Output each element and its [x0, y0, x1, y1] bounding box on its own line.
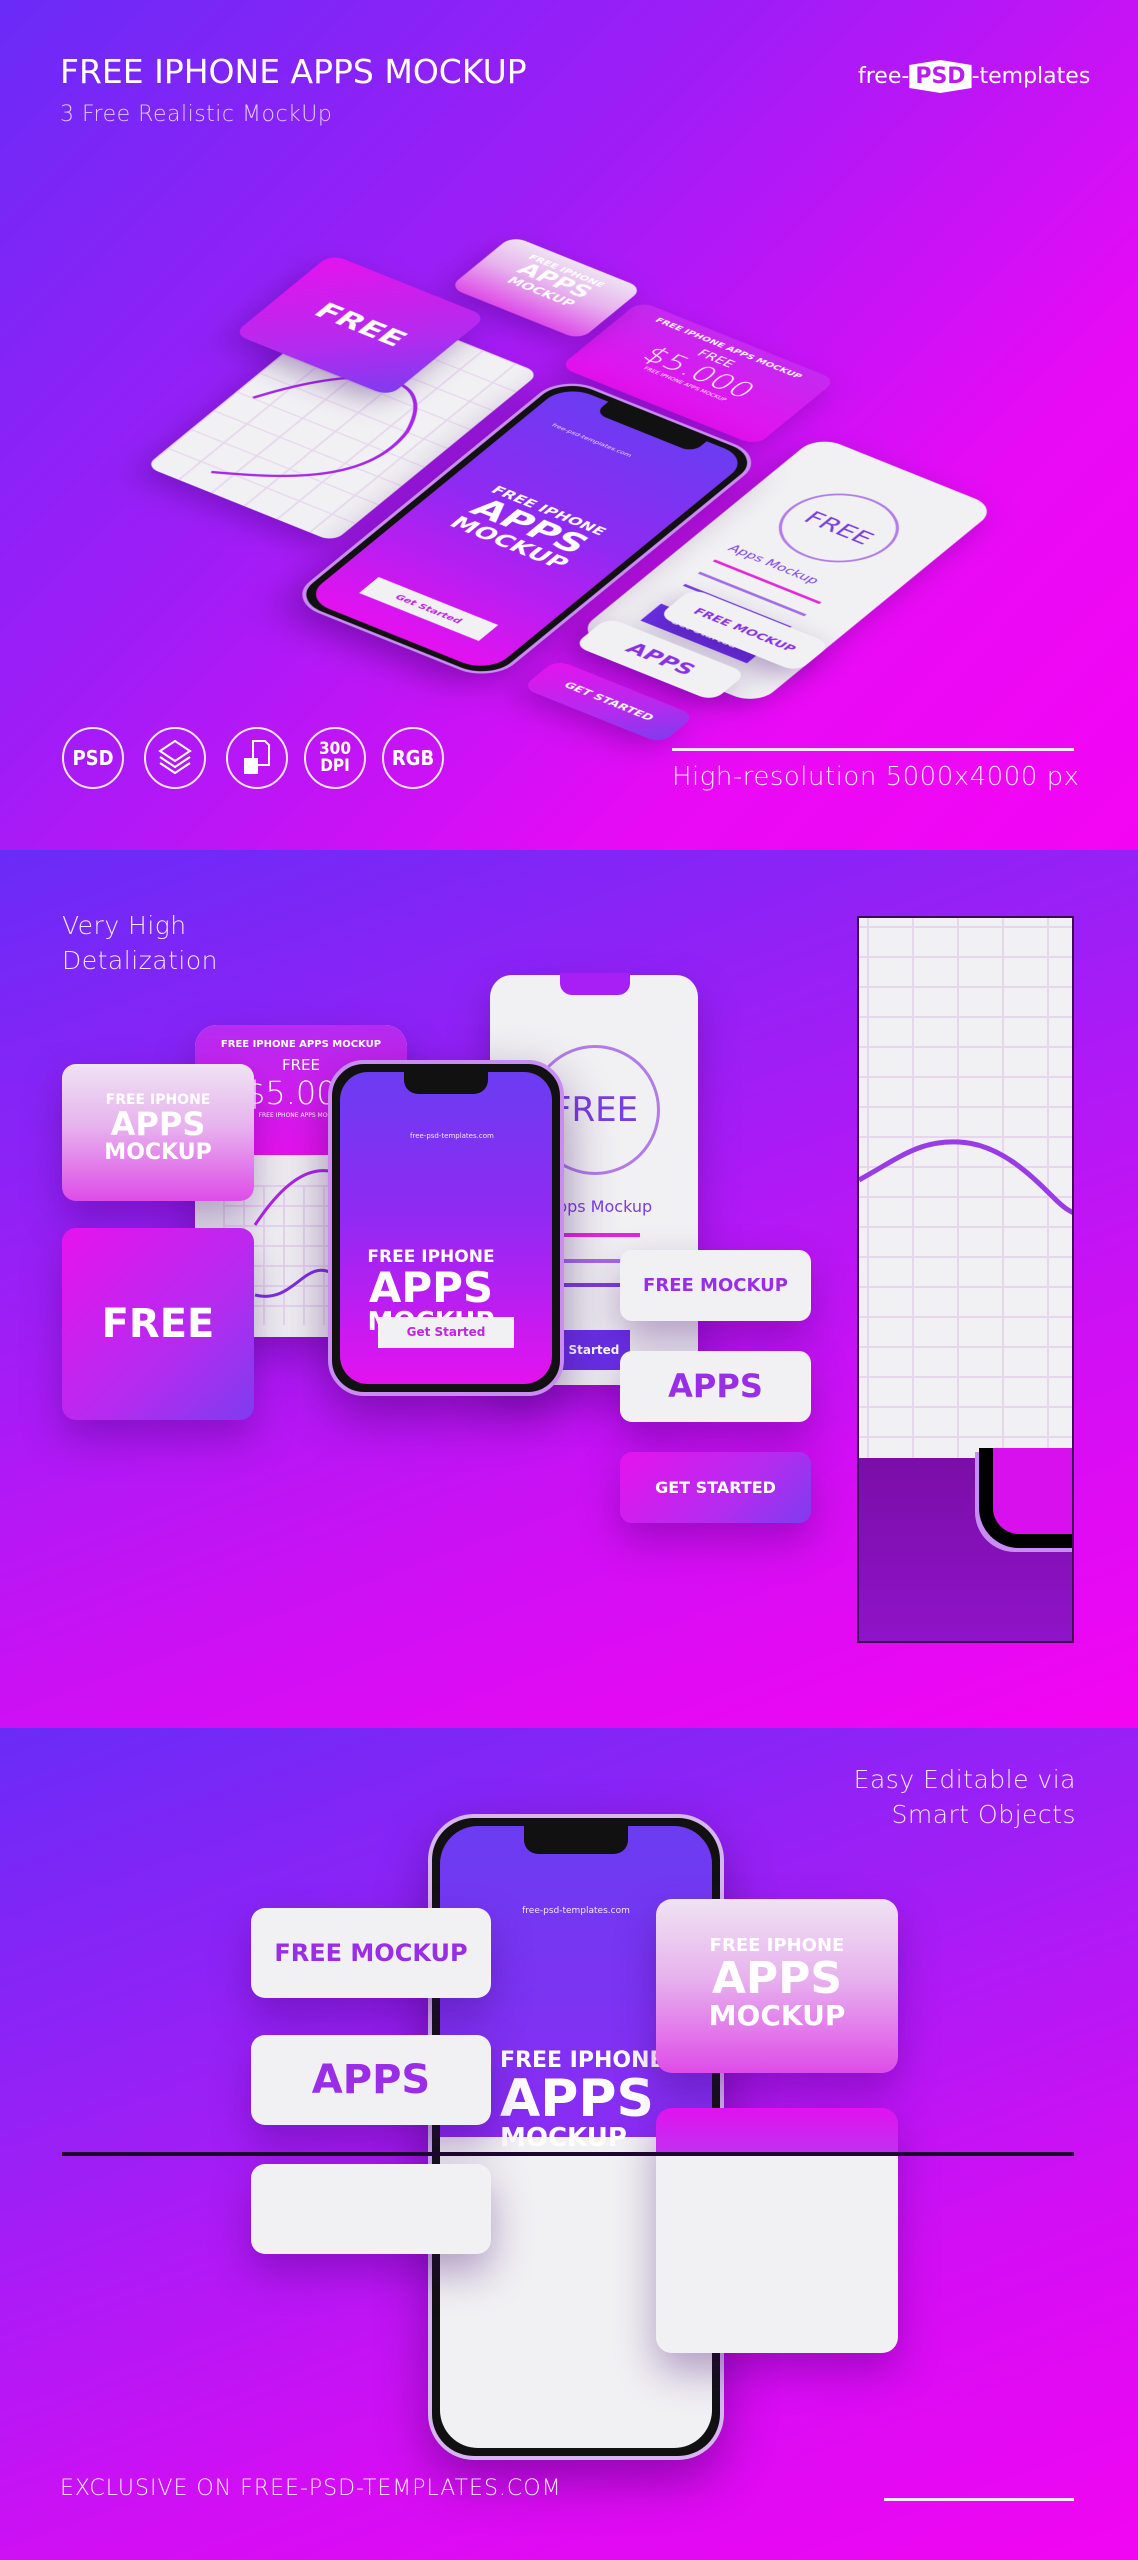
editable-caption: Easy Editable via Smart Objects [854, 1762, 1076, 1832]
brand-logo[interactable]: free- PSD -templates [858, 60, 1090, 93]
get-started-button[interactable]: Get Started [359, 576, 499, 641]
detail-section: Very High Detalization FREE Apps Mockup … [0, 850, 1138, 1728]
dpi-icon: 300 DPI [304, 727, 366, 789]
line-pink [712, 559, 822, 605]
free-mockup-card: FREE MOCKUP [620, 1250, 811, 1321]
editable-section: Easy Editable via Smart Objects free-psd… [0, 1728, 1138, 2560]
screen-title-line1: FREE IPHONE [487, 483, 610, 539]
split-line [62, 2152, 1074, 2156]
footer-text[interactable]: EXCLUSIVE ON FREE-PSD-TEMPLATES.COM [60, 2476, 562, 2501]
hero-section: FREE IPHONE APPS MOCKUP 3 Free Realistic… [0, 0, 1138, 850]
price-card-heading: FREE IPHONE APPS MOCKUP [220, 1039, 382, 1050]
smart-object-icon [226, 727, 288, 789]
apps-card: APPS [620, 1351, 811, 1422]
screen-title-line2: APPS [368, 1263, 494, 1312]
card-line3: MOCKUP [708, 1999, 846, 2033]
line-lavender [697, 571, 807, 617]
screen-title-line3: MOCKUP [443, 512, 575, 574]
apps-mockup-card: FREE IPHONE APPS MOCKUP [62, 1064, 254, 1201]
free-circle: FREE [755, 480, 923, 576]
page-title: FREE IPHONE APPS MOCKUP [60, 52, 527, 91]
editable-caption-line1: Easy Editable via [853, 1765, 1076, 1794]
detail-zoom-panel [857, 916, 1074, 1643]
detail-caption: Very High Detalization [62, 908, 218, 978]
logo-badge: PSD [909, 60, 972, 93]
detail-caption-line2: Detalization [62, 946, 218, 975]
card-line3: MOCKUP [104, 1139, 212, 1165]
free-card: FREE [62, 1228, 254, 1420]
screen-url: free-psd-templates.com [549, 422, 634, 459]
editable-caption-line2: Smart Objects [891, 1800, 1076, 1829]
blank-tall-card [656, 2108, 898, 2353]
logo-text-left: free- [858, 64, 910, 89]
detail-caption-line1: Very High [62, 911, 187, 940]
divider-line [672, 748, 1074, 751]
card-line2: APPS [711, 1953, 843, 2004]
zoom-phone-area [859, 1448, 1072, 1641]
apps-card: APPS [251, 2035, 491, 2125]
screen-url: free-psd-templates.com [410, 1132, 494, 1140]
line-pink [560, 1233, 640, 1237]
card-line1: FREE IPHONE [525, 252, 608, 289]
rgb-icon: RGB [382, 727, 444, 789]
page-subtitle: 3 Free Realistic MockUp [60, 102, 333, 127]
phone-notch [404, 1072, 488, 1094]
card-line2: APPS [110, 1105, 206, 1143]
psd-icon: PSD [62, 727, 124, 789]
footer-divider [884, 2498, 1074, 2501]
get-started-card: GET STARTED [620, 1452, 811, 1523]
get-started-button[interactable]: Get Started [378, 1317, 514, 1348]
dpi-label: DPI [320, 756, 350, 776]
apps-mockup-card: FREE IPHONE APPS MOCKUP [656, 1899, 898, 2073]
zoom-curve-icon [859, 1139, 1072, 1215]
blank-card [251, 2164, 491, 2254]
screen-title-line2: APPS [461, 492, 598, 560]
white-screen-subtitle: Apps Mockup [724, 542, 823, 587]
phone-notch [524, 1826, 628, 1854]
screen-notch [560, 973, 630, 995]
screen-title: FREE IPHONE APPS MOCKUP [408, 469, 646, 587]
resolution-text: High-resolution 5000x4000 px [672, 762, 1080, 792]
free-mockup-card: FREE MOCKUP [251, 1908, 491, 1998]
layers-icon [144, 727, 206, 789]
logo-text-right: -templates [971, 64, 1091, 89]
zoom-phone-corner [979, 1448, 1072, 1548]
